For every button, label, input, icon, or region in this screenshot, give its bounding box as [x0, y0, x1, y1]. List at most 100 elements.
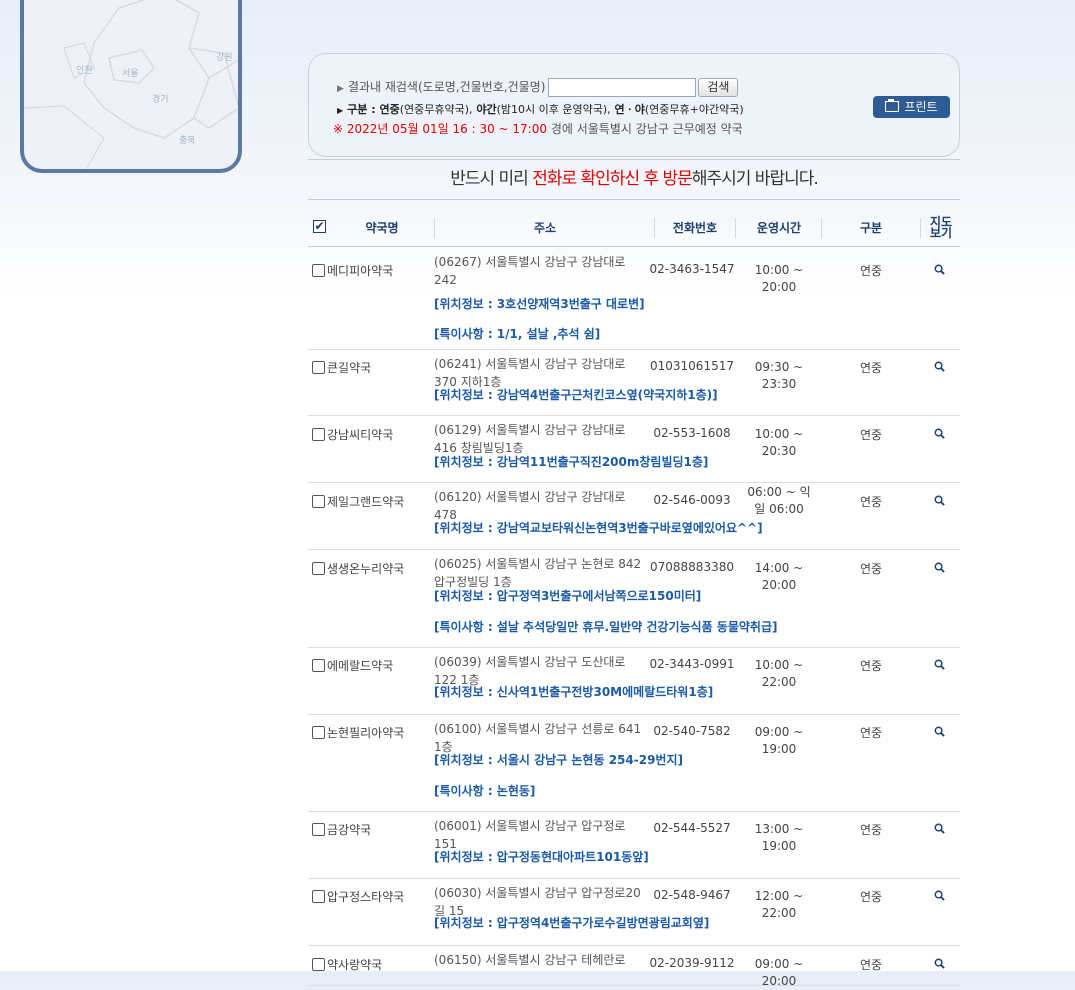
pharmacy-type: 연중 — [859, 890, 883, 904]
pharmacy-type: 연중 — [859, 264, 883, 278]
row-checkbox[interactable] — [312, 562, 325, 575]
pharmacy-name[interactable]: 메디피아약국 — [327, 262, 393, 279]
pharmacy-info: [특이사항 : 1/1, 설날 ,추석 쉼] — [434, 327, 601, 341]
pharmacy-type: 연중 — [859, 659, 883, 673]
pharmacy-name[interactable]: 제일그랜드약국 — [327, 493, 404, 510]
header-name: 약국명 — [365, 220, 399, 235]
pharmacy-name[interactable]: 에메랄드약국 — [327, 657, 393, 674]
magnifier-icon[interactable] — [934, 890, 945, 901]
magnifier-icon[interactable] — [934, 958, 945, 969]
pharmacy-name[interactable]: 논현필리아약국 — [327, 724, 404, 741]
pharmacy-address: (06025) 서울특별시 강남구 논현로 842 압구정빌딩 1층 — [434, 557, 642, 589]
print-button[interactable]: 프린트 — [873, 96, 950, 118]
row-checkbox[interactable] — [312, 361, 325, 374]
pharmacy-hours: 06:00 ~ 익일 06:00 — [747, 485, 811, 516]
notice-text-c: 해주시기 바랍니다. — [691, 169, 819, 189]
magnifier-icon[interactable] — [934, 659, 945, 670]
pharmacy-info: [위치정보 : 압구정역3번출구에서남쪽으로150미터] — [434, 589, 702, 603]
period-row: ※ 2022년 05월 01일 16 : 30 ~ 17:00 경에 서울특별시… — [333, 120, 743, 137]
search-panel: ▶ 결과내 재검색(도로명,건물번호,건물명) 검색 ▶ 구분 : 연중(연중무휴약국… — [308, 53, 960, 157]
legend-type2-desc: (밤10시 이후 운영약국), — [496, 103, 611, 116]
pharmacy-name[interactable]: 압구정스타약국 — [327, 888, 404, 905]
pharmacy-hours: 10:00 ~ 20:30 — [754, 427, 804, 458]
row-checkbox[interactable] — [312, 428, 325, 441]
magnifier-icon[interactable] — [934, 562, 945, 573]
pharmacy-phone: 02-2039-9112 — [649, 956, 735, 970]
table-header: ✔ 약국명 주소 전화번호 운영시간 구분 지도보기 — [308, 210, 960, 247]
pharmacy-phone: 02-553-1608 — [653, 426, 731, 440]
magnifier-icon[interactable] — [934, 495, 945, 506]
magnifier-icon[interactable] — [934, 428, 945, 439]
pharmacy-name[interactable]: 큰길약국 — [327, 359, 371, 376]
row-checkbox[interactable] — [312, 823, 325, 836]
notice-text-emphasis: 전화로 확인하신 후 방문 — [532, 169, 693, 189]
pharmacy-address: (06150) 서울특별시 강남구 테헤란로 — [434, 953, 626, 967]
pharmacy-phone: 01031061517 — [650, 359, 734, 373]
pharmacy-name[interactable]: 강남씨티약국 — [327, 426, 393, 443]
printer-icon — [885, 99, 900, 112]
triangle-bullet-icon: ▶ — [337, 106, 344, 115]
header-hours: 운영시간 — [756, 220, 802, 235]
header-address: 주소 — [533, 220, 557, 235]
pharmacy-info: [위치정보 : 압구정동현대아파트101동앞] — [434, 850, 649, 864]
pharmacy-phone: 02-3443-0991 — [649, 657, 735, 671]
pharmacy-info: [위치정보 : 신사역1번출구전방30M에메랄드타워1층] — [434, 685, 714, 699]
legend-type2: 야간 — [476, 103, 497, 116]
table-row: 메디피아약국 (06267) 서울특별시 강남구 강남대로 242 02-3463-… — [308, 247, 960, 350]
row-checkbox[interactable] — [312, 659, 325, 672]
header-type: 구분 — [859, 220, 883, 235]
row-checkbox[interactable] — [312, 890, 325, 903]
row-checkbox[interactable] — [312, 958, 325, 971]
pharmacy-phone: 02-544-5527 — [653, 821, 731, 835]
row-checkbox[interactable] — [312, 726, 325, 739]
pharmacy-type: 연중 — [859, 495, 883, 509]
table-row: 큰길약국 (06241) 서울특별시 강남구 강남대로 370 지하1층 01031… — [308, 349, 960, 416]
pharmacy-hours: 10:00 ~ 22:00 — [754, 658, 804, 689]
pharmacy-type: 연중 — [859, 823, 883, 837]
table-row: 약사랑약국 (06150) 서울특별시 강남구 테헤란로 02-2039-9112 0… — [308, 945, 960, 988]
magnifier-icon[interactable] — [934, 264, 945, 275]
pharmacy-name[interactable]: 금강약국 — [327, 821, 371, 838]
pharmacy-type: 연중 — [859, 958, 883, 972]
map-label-incheon[interactable]: 인천 — [76, 63, 93, 76]
select-all-checkbox[interactable]: ✔ — [313, 220, 326, 233]
search-button[interactable]: 검색 — [698, 78, 739, 97]
research-label: 결과내 재검색(도로명,건물번호,건물명) — [347, 80, 546, 94]
pharmacy-info: [위치정보 : 강남역4번출구근처킨코스옆(약국지하1층)] — [434, 388, 718, 402]
pharmacy-info: [특이사항 : 설날 추석당일만 휴무.일반약 건강기능식품 동물약취급] — [434, 620, 778, 634]
header-phone: 전화번호 — [672, 220, 718, 235]
pharmacy-hours: 09:00 ~ 20:00 — [754, 957, 804, 988]
region-map-outline — [24, 0, 238, 169]
table-row: 압구정스타약국 (06030) 서울특별시 강남구 압구정로20길 15 02-54… — [308, 878, 960, 946]
pharmacy-info: [위치정보 : 3호선양재역3번출구 대로변] — [434, 297, 645, 311]
pharmacy-type: 연중 — [859, 428, 883, 442]
magnifier-icon[interactable] — [934, 361, 945, 372]
pharmacy-phone: 02-3463-1547 — [649, 262, 735, 276]
pharmacy-hours: 09:00 ~ 19:00 — [754, 725, 804, 756]
pharmacy-name[interactable]: 생생온누리약국 — [327, 560, 404, 577]
type-legend: ▶ 구분 : 연중(연중무휴약국), 야간(밤10시 이후 운영약국), 연ㆍ야(… — [337, 101, 744, 117]
legend-prefix: 구분 : — [347, 103, 376, 116]
pharmacy-hours: 10:00 ~ 20:00 — [754, 263, 804, 294]
map-label-chungbuk[interactable]: 충북 — [179, 133, 196, 146]
magnifier-icon[interactable] — [934, 823, 945, 834]
magnifier-icon[interactable] — [934, 726, 945, 737]
header-map: 지도보기 — [929, 215, 953, 240]
legend-type1: 연중 — [379, 103, 400, 116]
pharmacy-address: (06267) 서울특별시 강남구 강남대로 242 — [434, 255, 626, 287]
table-row: 에메랄드약국 (06039) 서울특별시 강남구 도산대로 122 1층 02-34… — [308, 647, 960, 715]
map-label-gyeonggi[interactable]: 경기 — [152, 92, 169, 105]
pharmacy-info: [위치정보 : 서울시 강남구 논현동 254-29번지] — [434, 753, 683, 767]
pharmacy-name[interactable]: 약사랑약국 — [327, 956, 382, 973]
map-label-gangwon[interactable]: 강원 — [216, 50, 233, 63]
pharmacy-address: (06129) 서울특별시 강남구 강남대로 416 창림빌딩1층 — [434, 423, 626, 455]
row-checkbox[interactable] — [312, 264, 325, 277]
legend-type3-desc: (연중무휴+야간약국) — [644, 103, 744, 116]
table-row: 강남씨티약국 (06129) 서울특별시 강남구 강남대로 416 창림빌딩1층 0… — [308, 415, 960, 483]
notice-text-a: 반드시 미리 — [450, 169, 533, 189]
row-checkbox[interactable] — [312, 495, 325, 508]
research-input[interactable] — [548, 78, 697, 97]
map-label-seoul[interactable]: 서울 — [122, 66, 139, 79]
region-map[interactable]: 인천 서울 경기 강원 충북 — [20, 0, 242, 173]
notice-banner: 반드시 미리 전화로 확인하신 후 방문해주시기 바랍니다. — [308, 159, 960, 200]
